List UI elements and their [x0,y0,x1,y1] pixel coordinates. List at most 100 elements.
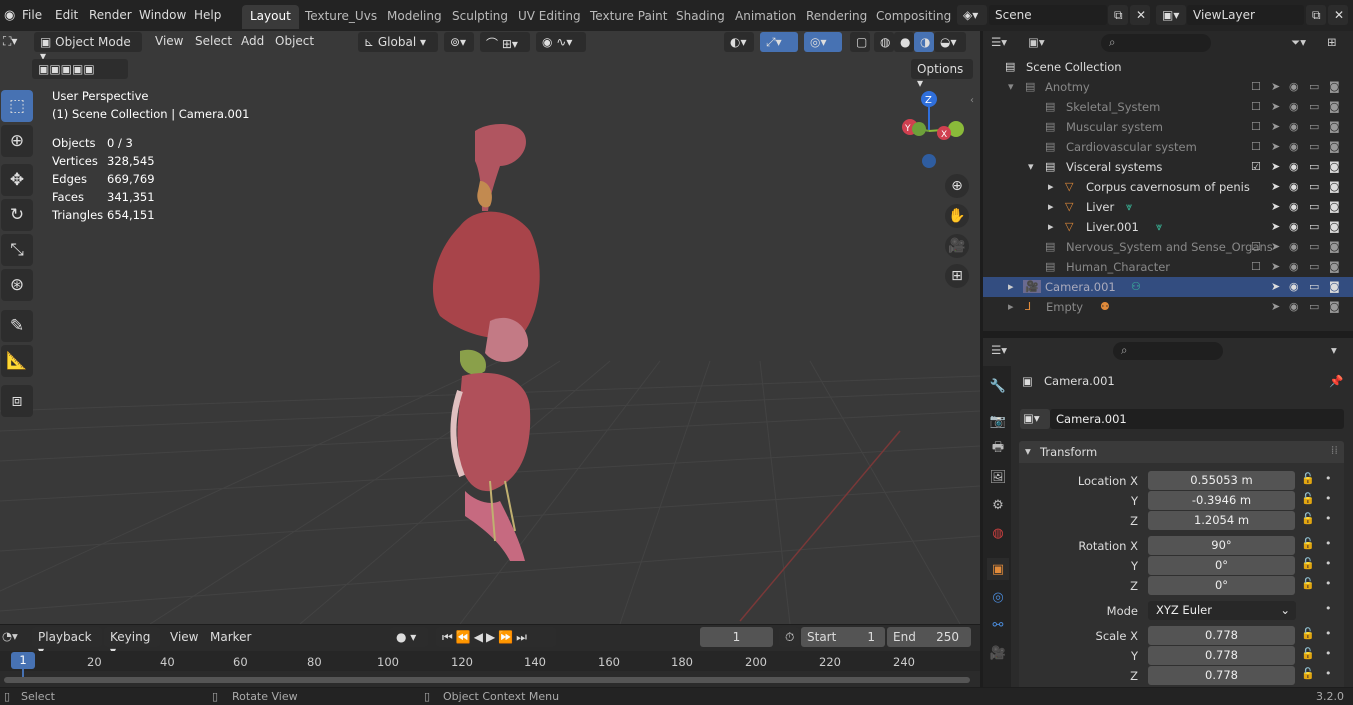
viewport-monitor-icon[interactable]: ▭ [1309,240,1319,253]
exclude-checkbox[interactable]: ☐ [1251,100,1261,113]
viewport-monitor-icon[interactable]: ▭ [1309,180,1319,193]
keyframe-dot-icon[interactable]: • [1325,512,1332,525]
render-camera-icon[interactable]: ◙ [1329,260,1340,273]
camera-view-icon[interactable]: 🎥 [945,234,969,258]
delete-viewlayer-icon[interactable]: ✕ [1328,5,1348,25]
viewport-monitor-icon[interactable]: ▭ [1309,140,1319,153]
timeline-scrollbar[interactable] [4,677,970,683]
lock-icon[interactable]: 🔓 [1301,537,1315,550]
new-scene-icon[interactable]: ⧉ [1108,5,1128,25]
visibility-eye-icon[interactable]: ◉ [1289,260,1299,273]
lock-icon[interactable]: 🔓 [1301,472,1315,485]
selectable-arrow-icon[interactable]: ➤ [1271,200,1280,213]
location-z-field[interactable]: 1.2054 m [1148,511,1295,530]
viewport-monitor-icon[interactable]: ▭ [1309,260,1319,273]
stopwatch-icon[interactable]: ⏱ [779,627,799,647]
properties-options-icon[interactable]: ▾ [1331,343,1337,357]
scene-selector-icon[interactable]: ◈▾ [957,5,987,25]
render-camera-icon[interactable]: ◙ [1329,180,1340,193]
viewport-monitor-icon[interactable]: ▭ [1309,100,1319,113]
exclude-checkbox[interactable]: ☐ [1251,260,1261,273]
selectable-arrow-icon[interactable]: ➤ [1271,180,1280,193]
render-camera-icon[interactable]: ◙ [1329,240,1340,253]
exclude-checkbox[interactable]: ☐ [1251,80,1261,93]
new-collection-icon[interactable]: ⊞ [1327,35,1337,49]
scale-z-field[interactable]: 0.778 [1148,666,1295,685]
object-type-dropdown[interactable]: ▣▾ [1020,409,1050,429]
solid-shading-icon[interactable]: ● [894,32,914,52]
menu-select[interactable]: Select [195,34,232,48]
selectable-arrow-icon[interactable]: ➤ [1271,280,1280,293]
options-button[interactable]: Options ▾ [911,59,973,90]
snap-icon[interactable]: ⌒ ⊞▾ [480,32,530,52]
rotation-mode-dropdown[interactable]: XYZ Euler ⌄ [1148,601,1296,620]
pin-icon[interactable]: 📌 [1329,374,1343,388]
selectable-arrow-icon[interactable]: ➤ [1271,260,1280,273]
editor-type-icon[interactable]: ⛶▾ [3,34,17,49]
tab-texture-uvs[interactable]: Texture_Uvs [297,5,385,29]
lock-icon[interactable]: 🔓 [1301,577,1315,590]
start-frame-field[interactable]: Start 1 [801,627,885,647]
menu-edit[interactable]: Edit [55,8,78,22]
camera-data-tab-icon[interactable]: 🎥 [987,642,1009,664]
menu-add[interactable]: Add [241,34,264,48]
delete-scene-icon[interactable]: ✕ [1130,5,1150,25]
xray-icon[interactable]: ▢ [850,32,870,52]
selectable-arrow-icon[interactable]: ➤ [1271,160,1280,173]
keyframe-dot-icon[interactable]: • [1325,577,1332,590]
anatomy-model[interactable] [420,121,560,561]
visibility-eye-icon[interactable]: ◉ [1289,140,1299,153]
tab-compositing[interactable]: Compositing [868,5,959,29]
cursor-tool-icon[interactable]: ⊕ [1,125,33,157]
viewport-monitor-icon[interactable]: ▭ [1309,160,1319,173]
visibility-eye-icon[interactable]: ◉ [1289,160,1299,173]
render-camera-icon[interactable]: ◙ [1329,100,1340,113]
world-tab-icon[interactable]: ◍ [987,522,1009,544]
scale-x-field[interactable]: 0.778 [1148,626,1295,645]
tab-texture-paint[interactable]: Texture Paint [582,5,675,29]
render-camera-icon[interactable]: ◙ [1329,280,1340,293]
properties-search-input[interactable]: ⌕ [1113,342,1223,360]
render-camera-icon[interactable]: ◙ [1329,220,1340,233]
selectable-arrow-icon[interactable]: ➤ [1271,220,1280,233]
lock-icon[interactable]: 🔓 [1301,647,1315,660]
tab-shading[interactable]: Shading [668,5,733,29]
3d-viewport[interactable]: ⛶▾ ▣ Object Mode ▾ View Select Add Objec… [0,31,980,624]
blender-logo-icon[interactable]: ◉ [4,8,15,23]
transform-tool-icon[interactable]: ⊛ [1,269,33,301]
tool-tab-icon[interactable]: 🔧 [987,375,1009,397]
expand-arrow-icon[interactable]: ▸ [1008,300,1014,313]
collapse-arrow-icon[interactable]: ▾ [1028,160,1034,173]
physics-tab-icon[interactable]: ◎ [987,586,1009,608]
visibility-eye-icon[interactable]: ◉ [1289,200,1299,213]
keyframe-dot-icon[interactable]: • [1325,492,1332,505]
visibility-eye-icon[interactable]: ◉ [1289,100,1299,113]
outliner-search-input[interactable]: ⌕ [1101,34,1211,52]
sidebar-toggle-icon[interactable]: ‹ [970,95,974,106]
timeline-view-menu[interactable]: View [170,630,198,644]
pan-hand-icon[interactable]: ✋ [945,204,969,228]
keyframe-dot-icon[interactable]: • [1325,667,1332,680]
selectable-arrow-icon[interactable]: ➤ [1271,140,1280,153]
scale-tool-icon[interactable]: ⤡ [1,234,33,266]
outliner-editor-type-icon[interactable]: ☰▾ [991,35,1007,49]
autokey-record-icon[interactable]: ● ▾ [390,627,428,647]
properties-editor-type-icon[interactable]: ☰▾ [991,343,1007,357]
gizmo-toggle-icon[interactable]: ⤢▾ [760,32,798,52]
measure-tool-icon[interactable]: 📐 [1,345,33,377]
expand-arrow-icon[interactable]: ▸ [1048,200,1054,213]
tab-rendering[interactable]: Rendering [798,5,875,29]
menu-help[interactable]: Help [194,8,221,22]
selectable-arrow-icon[interactable]: ➤ [1271,100,1280,113]
viewport-monitor-icon[interactable]: ▭ [1309,300,1319,313]
menu-object[interactable]: Object [275,34,314,48]
transform-panel-header[interactable]: ▾ Transform ⁞⁞ [1019,441,1344,463]
viewport-monitor-icon[interactable]: ▭ [1309,200,1319,213]
keyframe-dot-icon[interactable]: • [1325,627,1332,640]
render-camera-icon[interactable]: ◙ [1329,200,1340,213]
viewlayer-selector-icon[interactable]: ▣▾ [1156,5,1186,25]
timeline-editor-type-icon[interactable]: ◔▾ [2,629,18,643]
annotate-tool-icon[interactable]: ✎ [1,310,33,342]
selectable-arrow-icon[interactable]: ➤ [1271,240,1280,253]
rendered-shading-icon[interactable]: ◒▾ [934,32,966,52]
